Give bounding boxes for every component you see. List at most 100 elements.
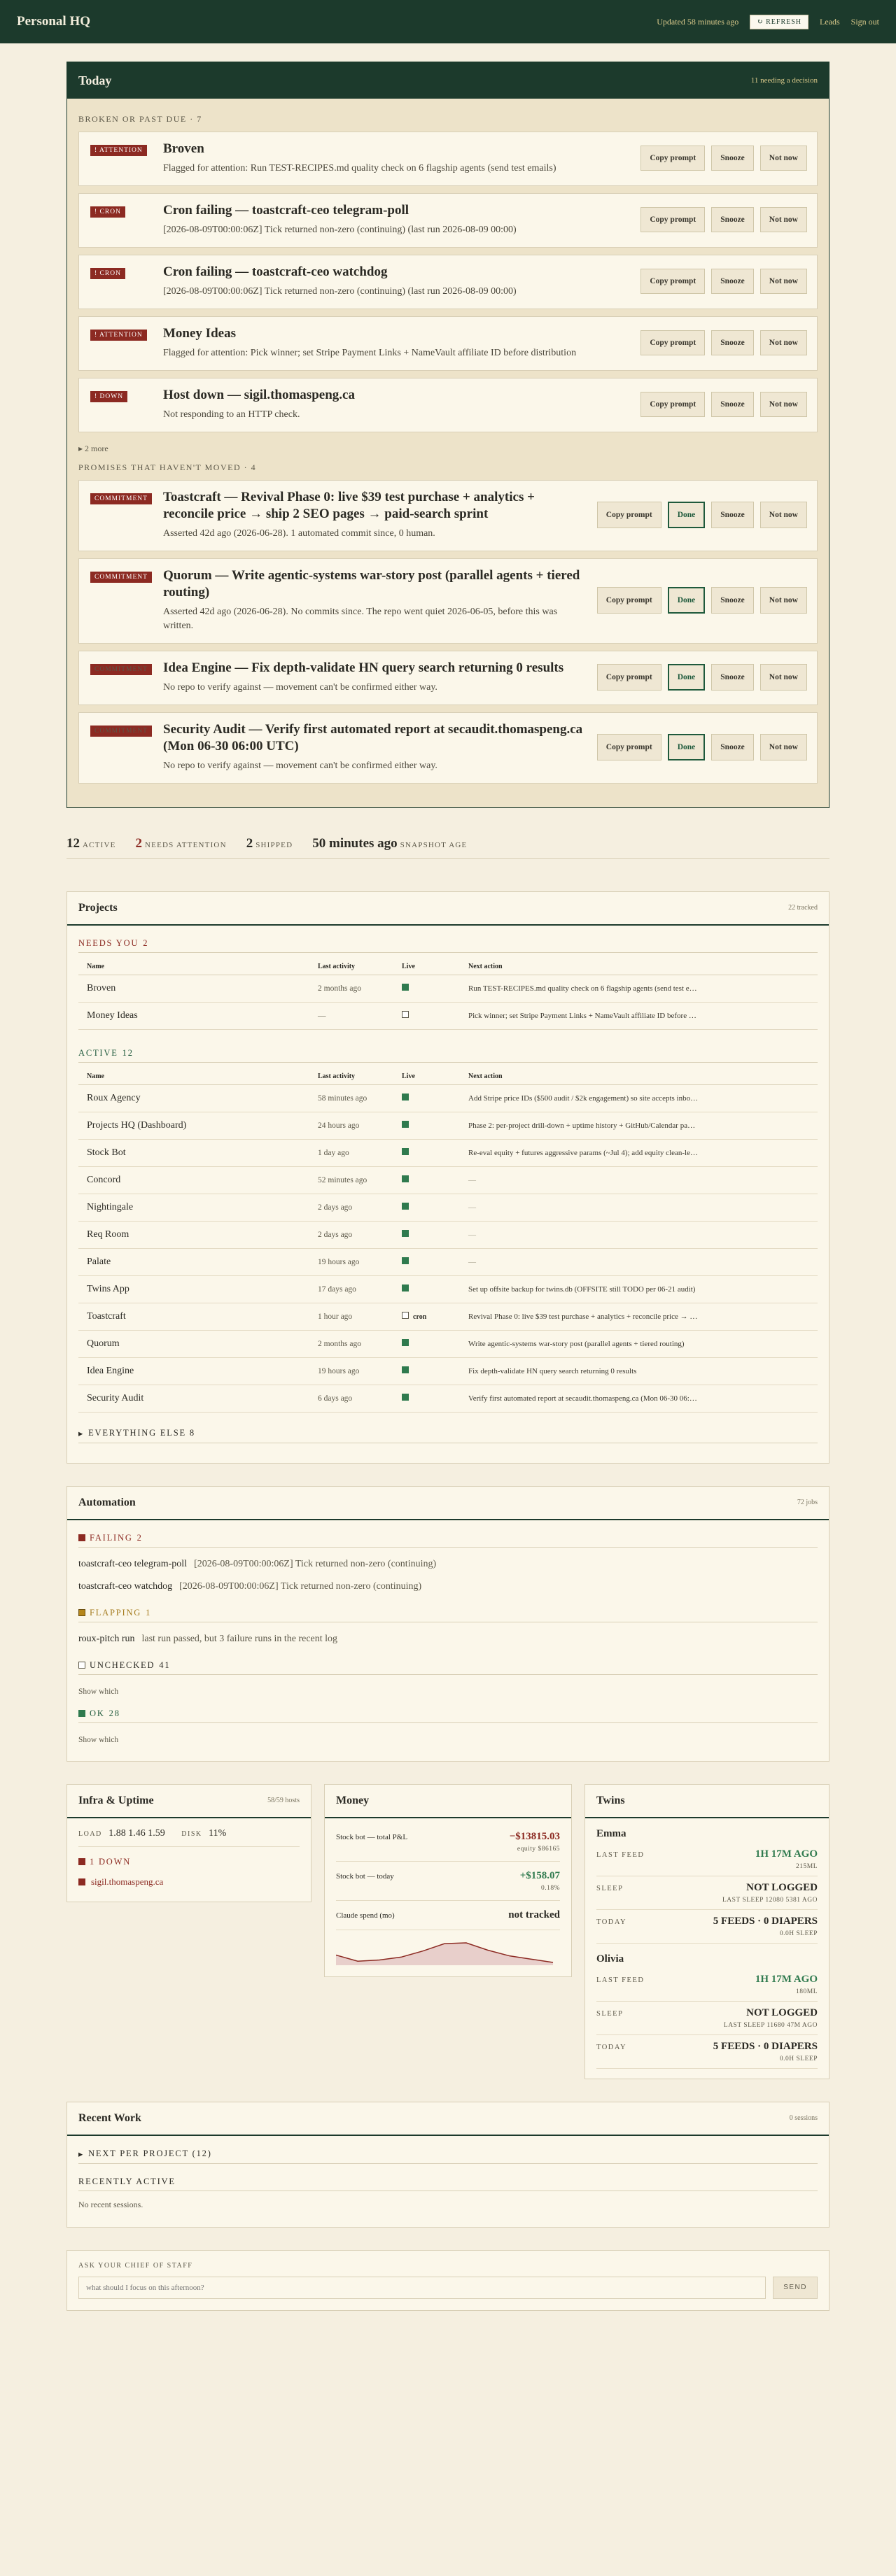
send-button[interactable]: SEND	[773, 2276, 818, 2299]
twin-stat: TODAY 5 FEEDS · 0 DIAPERS 0.0H SLEEP	[596, 2035, 818, 2069]
broken-desc: [2026-08-09T00:00:06Z] Tick returned non…	[163, 285, 517, 297]
table-row[interactable]: Broven 2 months ago Run TEST-RECIPES.md qu…	[78, 975, 818, 1003]
done-button[interactable]: Done	[667, 502, 706, 529]
project-name[interactable]: Idea Engine	[78, 1357, 309, 1385]
snooze-button[interactable]: Snooze	[711, 587, 754, 614]
copy-prompt-button[interactable]: Copy prompt	[596, 664, 662, 691]
automation-job[interactable]: toastcraft-ceo telegram-poll [2026-08-09T…	[78, 1553, 818, 1576]
table-row[interactable]: Concord 52 minutes ago —	[78, 1166, 818, 1194]
commitment-label: COMMITMENT	[90, 726, 152, 737]
snooze-button[interactable]: Snooze	[711, 664, 754, 691]
column-header: Next action	[460, 958, 818, 975]
twin-stat-sub: 0.0H SLEEP	[779, 1930, 818, 1937]
project-name[interactable]: Money Ideas	[78, 1002, 309, 1030]
copy-prompt-button[interactable]: Copy prompt	[640, 330, 706, 356]
broken-text: Money Ideas Flagged for attention: Pick w…	[163, 325, 640, 360]
ok-label: OK 28	[78, 1708, 818, 1723]
snooze-button[interactable]: Snooze	[711, 269, 754, 295]
not-now-button[interactable]: Not now	[760, 146, 807, 171]
snooze-button[interactable]: Snooze	[711, 146, 754, 171]
status-badge: ! DOWN	[90, 391, 128, 403]
down-host[interactable]: sigil.thomaspeng.ca	[78, 1876, 300, 1888]
nav-sign-out[interactable]: Sign out	[851, 17, 879, 27]
snooze-button[interactable]: Snooze	[711, 502, 754, 529]
done-button[interactable]: Done	[667, 734, 706, 761]
snooze-button[interactable]: Snooze	[711, 207, 754, 233]
automation-job[interactable]: toastcraft-ceo watchdog [2026-08-09T00:00…	[78, 1576, 818, 1598]
promises-badge-cell: COMMITMENT	[90, 569, 163, 583]
not-now-button[interactable]: Not now	[760, 502, 807, 529]
table-row[interactable]: Toastcraft 1 hour ago cron Revival Phase 0:…	[78, 1303, 818, 1331]
active-table: Name Last activity Live Next action Roux Age…	[78, 1068, 818, 1413]
not-now-button[interactable]: Not now	[760, 330, 807, 356]
table-row[interactable]: Stock Bot 1 day ago Re-eval equity + futur…	[78, 1139, 818, 1167]
done-button[interactable]: Done	[667, 664, 706, 691]
table-row[interactable]: Idea Engine 19 hours ago Fix depth-validat…	[78, 1357, 818, 1385]
show-which-ok[interactable]: Show which	[78, 1729, 818, 1747]
snooze-button[interactable]: Snooze	[711, 734, 754, 761]
needs-you-label: NEEDS YOU 2	[78, 938, 818, 953]
not-now-button[interactable]: Not now	[760, 734, 807, 761]
money-label: Claude spend (mo)	[336, 1911, 395, 1920]
copy-prompt-button[interactable]: Copy prompt	[596, 734, 662, 761]
project-name[interactable]: Nightingale	[78, 1194, 309, 1222]
broken-badge-cell: ! ATTENTION	[90, 143, 163, 156]
promises-label: PROMISES THAT HAVEN'T MOVED · 4	[78, 462, 257, 473]
table-row[interactable]: Money Ideas — Pick winner; set Stripe Paym…	[78, 1002, 818, 1030]
show-which-unchecked[interactable]: Show which	[78, 1680, 818, 1699]
not-now-button[interactable]: Not now	[760, 664, 807, 691]
project-name[interactable]: Quorum	[78, 1330, 309, 1358]
live-indicator-icon	[402, 1257, 409, 1264]
job-error: [2026-08-09T00:00:06Z] Tick returned non…	[179, 1580, 422, 1592]
not-now-button[interactable]: Not now	[760, 587, 807, 614]
table-row[interactable]: Security Audit 6 days ago Verify first aut…	[78, 1385, 818, 1413]
broken-text: Broven Flagged for attention: Run TEST-RE…	[163, 141, 640, 176]
table-row[interactable]: Projects HQ (Dashboard) 24 hours ago Phase…	[78, 1112, 818, 1140]
project-name[interactable]: Roux Agency	[78, 1084, 309, 1112]
job-error: [2026-08-09T00:00:06Z] Tick returned non…	[194, 1558, 437, 1569]
copy-prompt-button[interactable]: Copy prompt	[640, 269, 706, 295]
done-button[interactable]: Done	[667, 587, 706, 614]
table-row[interactable]: Palate 19 hours ago —	[78, 1248, 818, 1276]
table-row[interactable]: Req Room 2 days ago —	[78, 1221, 818, 1249]
flapping-label: FLAPPING 1	[78, 1608, 818, 1622]
project-name[interactable]: Twins App	[78, 1275, 309, 1303]
snooze-button[interactable]: Snooze	[711, 392, 754, 418]
not-now-button[interactable]: Not now	[760, 269, 807, 295]
project-name[interactable]: Broven	[78, 975, 309, 1003]
copy-prompt-button[interactable]: Copy prompt	[596, 587, 662, 614]
twin-stat-value: NOT LOGGED	[746, 1881, 818, 1893]
project-name[interactable]: Palate	[78, 1248, 309, 1276]
project-name[interactable]: Concord	[78, 1166, 309, 1194]
copy-prompt-button[interactable]: Copy prompt	[640, 392, 706, 418]
twin-stat-row: LAST FEED 1H 17M AGO	[596, 1848, 818, 1860]
table-row[interactable]: Nightingale 2 days ago —	[78, 1194, 818, 1222]
nav-leads[interactable]: Leads	[820, 17, 840, 27]
live-indicator-icon	[402, 1202, 409, 1210]
status-badge: ! CRON	[90, 206, 125, 218]
refresh-button[interactable]: ↻ REFRESH	[750, 14, 808, 29]
twin-stat-value: 5 FEEDS · 0 DIAPERS	[713, 2040, 818, 2052]
snooze-button[interactable]: Snooze	[711, 330, 754, 356]
everything-else-toggle[interactable]: ▸ EVERYTHING ELSE 8	[78, 1428, 818, 1443]
table-row[interactable]: Twins App 17 days ago Set up offsite backu…	[78, 1275, 818, 1303]
copy-prompt-button[interactable]: Copy prompt	[596, 502, 662, 529]
project-name[interactable]: Stock Bot	[78, 1139, 309, 1167]
project-name[interactable]: Req Room	[78, 1221, 309, 1249]
more-toggle[interactable]: ▸ 2 more	[78, 444, 818, 454]
copy-prompt-button[interactable]: Copy prompt	[640, 207, 706, 233]
copy-prompt-button[interactable]: Copy prompt	[640, 146, 706, 171]
table-row[interactable]: Roux Agency 58 minutes ago Add Stripe pric…	[78, 1084, 818, 1112]
project-name[interactable]: Projects HQ (Dashboard)	[78, 1112, 309, 1140]
not-now-button[interactable]: Not now	[760, 392, 807, 418]
automation-job[interactable]: roux-pitch run last run passed, but 3 fai…	[78, 1628, 818, 1650]
project-name[interactable]: Toastcraft	[78, 1303, 309, 1331]
live-indicator-icon	[402, 1010, 409, 1018]
twins-title: Twins	[596, 1794, 625, 1806]
next-per-project-toggle[interactable]: ▸ NEXT PER PROJECT (12)	[78, 2149, 818, 2164]
not-now-button[interactable]: Not now	[760, 207, 807, 233]
project-name[interactable]: Security Audit	[78, 1385, 309, 1413]
ask-input[interactable]	[78, 2276, 766, 2299]
live-status	[393, 1194, 460, 1222]
table-row[interactable]: Quorum 2 months ago Write agentic-systems …	[78, 1330, 818, 1358]
